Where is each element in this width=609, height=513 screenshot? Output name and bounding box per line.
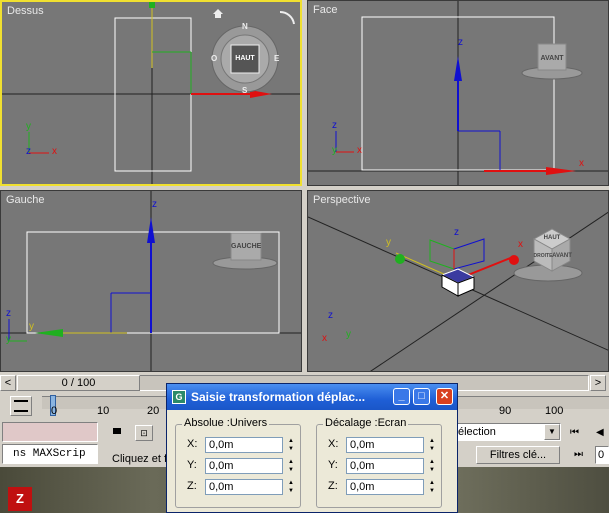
offset-screen-title: Décalage :Ecran	[323, 417, 409, 429]
axis-x-label: x	[52, 146, 57, 157]
abs-x-field[interactable]: 0,0m	[205, 437, 283, 453]
axis-x-label: x	[579, 158, 584, 169]
axis-z-small-label: z	[332, 120, 337, 131]
key-mode-icon[interactable]: ⏭	[574, 449, 583, 460]
time-slider-thumb[interactable]: 0 / 100	[17, 375, 140, 391]
maximize-button[interactable]: □	[413, 388, 430, 405]
move-transform-dialog[interactable]: G Saisie transformation déplac... _ □ ✕ …	[166, 383, 458, 513]
off-y-label: Y:	[328, 459, 338, 471]
off-x-spinner[interactable]: ▲ ▼	[427, 437, 437, 453]
axis-y-label: y	[386, 237, 391, 248]
absolute-world-group: Absolue :Univers X: 0,0m ▲ ▼ Y: 0,0m ▲ ▼ Z…	[175, 417, 301, 508]
abs-z-field[interactable]: 0,0m	[205, 479, 283, 495]
viewport-left[interactable]: Gauche GAUCHE z y z y	[0, 190, 302, 372]
absolute-world-title: Absolue :Univers	[182, 417, 270, 429]
viewport-perspective-label[interactable]: Perspective	[313, 194, 370, 206]
maxscript-listener-red[interactable]	[2, 422, 98, 442]
axis-z-small-label: z	[6, 308, 11, 319]
ruler-tick-10: 10	[97, 405, 110, 417]
axis-y-label: y	[26, 121, 31, 132]
viewcube-left-face[interactable]: GAUCHE	[231, 243, 261, 250]
axis-x-small-label: x	[322, 333, 327, 344]
viewport-perspective[interactable]: Perspective HAUT DROITE AVANT z y x z y …	[307, 190, 609, 372]
ruler-tick-100: 100	[545, 405, 564, 417]
prev-frame-icon[interactable]: ◀	[596, 427, 604, 438]
current-frame-field[interactable]: 0	[595, 446, 609, 464]
compass-west: O	[211, 54, 218, 63]
axis-y-small-label: y	[346, 329, 351, 340]
ruler-tick-90: 90	[499, 405, 512, 417]
lock-icon[interactable]	[113, 428, 121, 434]
abs-y-spinner[interactable]: ▲ ▼	[286, 458, 296, 474]
prompt-line: Cliquez et f	[112, 453, 168, 465]
compass-south: S	[242, 86, 248, 95]
viewport-top[interactable]: Dessus HAUT N S E O y x z	[0, 0, 302, 186]
off-z-spinner[interactable]: ▲ ▼	[427, 479, 437, 495]
axis-x-label: x	[518, 239, 523, 250]
viewport-front-label[interactable]: Face	[313, 4, 337, 16]
selection-dropdown-arrow[interactable]: ▼	[544, 424, 560, 440]
key-filters-button[interactable]: Filtres clé...	[476, 446, 560, 464]
abs-x-label: X:	[187, 438, 198, 450]
off-y-spinner[interactable]: ▲ ▼	[427, 458, 437, 474]
abs-x-spinner[interactable]: ▲ ▼	[286, 437, 296, 453]
compass-north: N	[242, 22, 248, 31]
off-y-field[interactable]: 0,0m	[346, 458, 424, 474]
axis-z-label: z	[26, 146, 31, 157]
off-x-field[interactable]: 0,0m	[346, 437, 424, 453]
off-z-field[interactable]: 0,0m	[346, 479, 424, 495]
off-x-label: X:	[328, 438, 339, 450]
maxscript-listener[interactable]: ns MAXScrip	[2, 444, 98, 464]
dialog-title: Saisie transformation déplac...	[191, 390, 366, 404]
minimize-button[interactable]: _	[393, 388, 410, 405]
ruler-tick-20: 20	[147, 405, 160, 417]
viewcube-top-face[interactable]: HAUT	[230, 55, 260, 62]
dialog-titlebar[interactable]: G Saisie transformation déplac... _ □ ✕	[167, 384, 457, 410]
offset-screen-group: Décalage :Ecran X: 0,0m ▲ ▼ Y: 0,0m ▲ ▼ Z:…	[316, 417, 442, 508]
curve-editor-button[interactable]	[10, 396, 32, 416]
viewport-left-label[interactable]: Gauche	[6, 194, 45, 206]
abs-y-label: Y:	[187, 459, 197, 471]
ruler-tick-0: 0	[51, 405, 58, 417]
axis-z-label: z	[458, 37, 463, 48]
viewcube-top-face[interactable]: HAUT	[537, 235, 567, 241]
viewport-left-graphics	[1, 191, 301, 371]
go-to-start-icon[interactable]: ⏮	[570, 427, 579, 438]
viewcube-front-face[interactable]: AVANT	[547, 253, 577, 259]
viewcube-front-face[interactable]: AVANT	[537, 55, 567, 62]
app-icon: G	[172, 390, 186, 404]
selection-lock-button[interactable]: ⊡	[135, 425, 153, 441]
compass-east: E	[274, 54, 280, 63]
axis-z-label: z	[152, 199, 157, 210]
off-z-label: Z:	[328, 480, 338, 492]
axis-y-label: y	[29, 321, 34, 332]
viewport-perspective-graphics	[308, 211, 608, 371]
viewport-front-graphics	[308, 1, 608, 185]
axis-x-small-label: x	[357, 145, 362, 156]
abs-z-label: Z:	[187, 480, 197, 492]
abs-y-field[interactable]: 0,0m	[205, 458, 283, 474]
home-icon-base	[215, 14, 221, 18]
axis-y-small-label: y	[332, 145, 337, 156]
time-next-button[interactable]: >	[590, 375, 606, 391]
viewport-top-label[interactable]: Dessus	[7, 5, 44, 17]
close-button[interactable]: ✕	[436, 388, 453, 405]
time-prev-button[interactable]: <	[0, 375, 16, 391]
viewport-front[interactable]: Face AVANT z x z y x	[307, 0, 609, 186]
axis-y-small-label: y	[6, 334, 11, 345]
curve-editor-icon	[14, 400, 28, 412]
abs-z-spinner[interactable]: ▲ ▼	[286, 479, 296, 495]
axis-z-label: z	[454, 227, 459, 238]
axis-z-small-label: z	[328, 310, 333, 321]
viewport-top-graphics	[2, 2, 300, 184]
filezilla-icon[interactable]: Z	[8, 487, 32, 511]
